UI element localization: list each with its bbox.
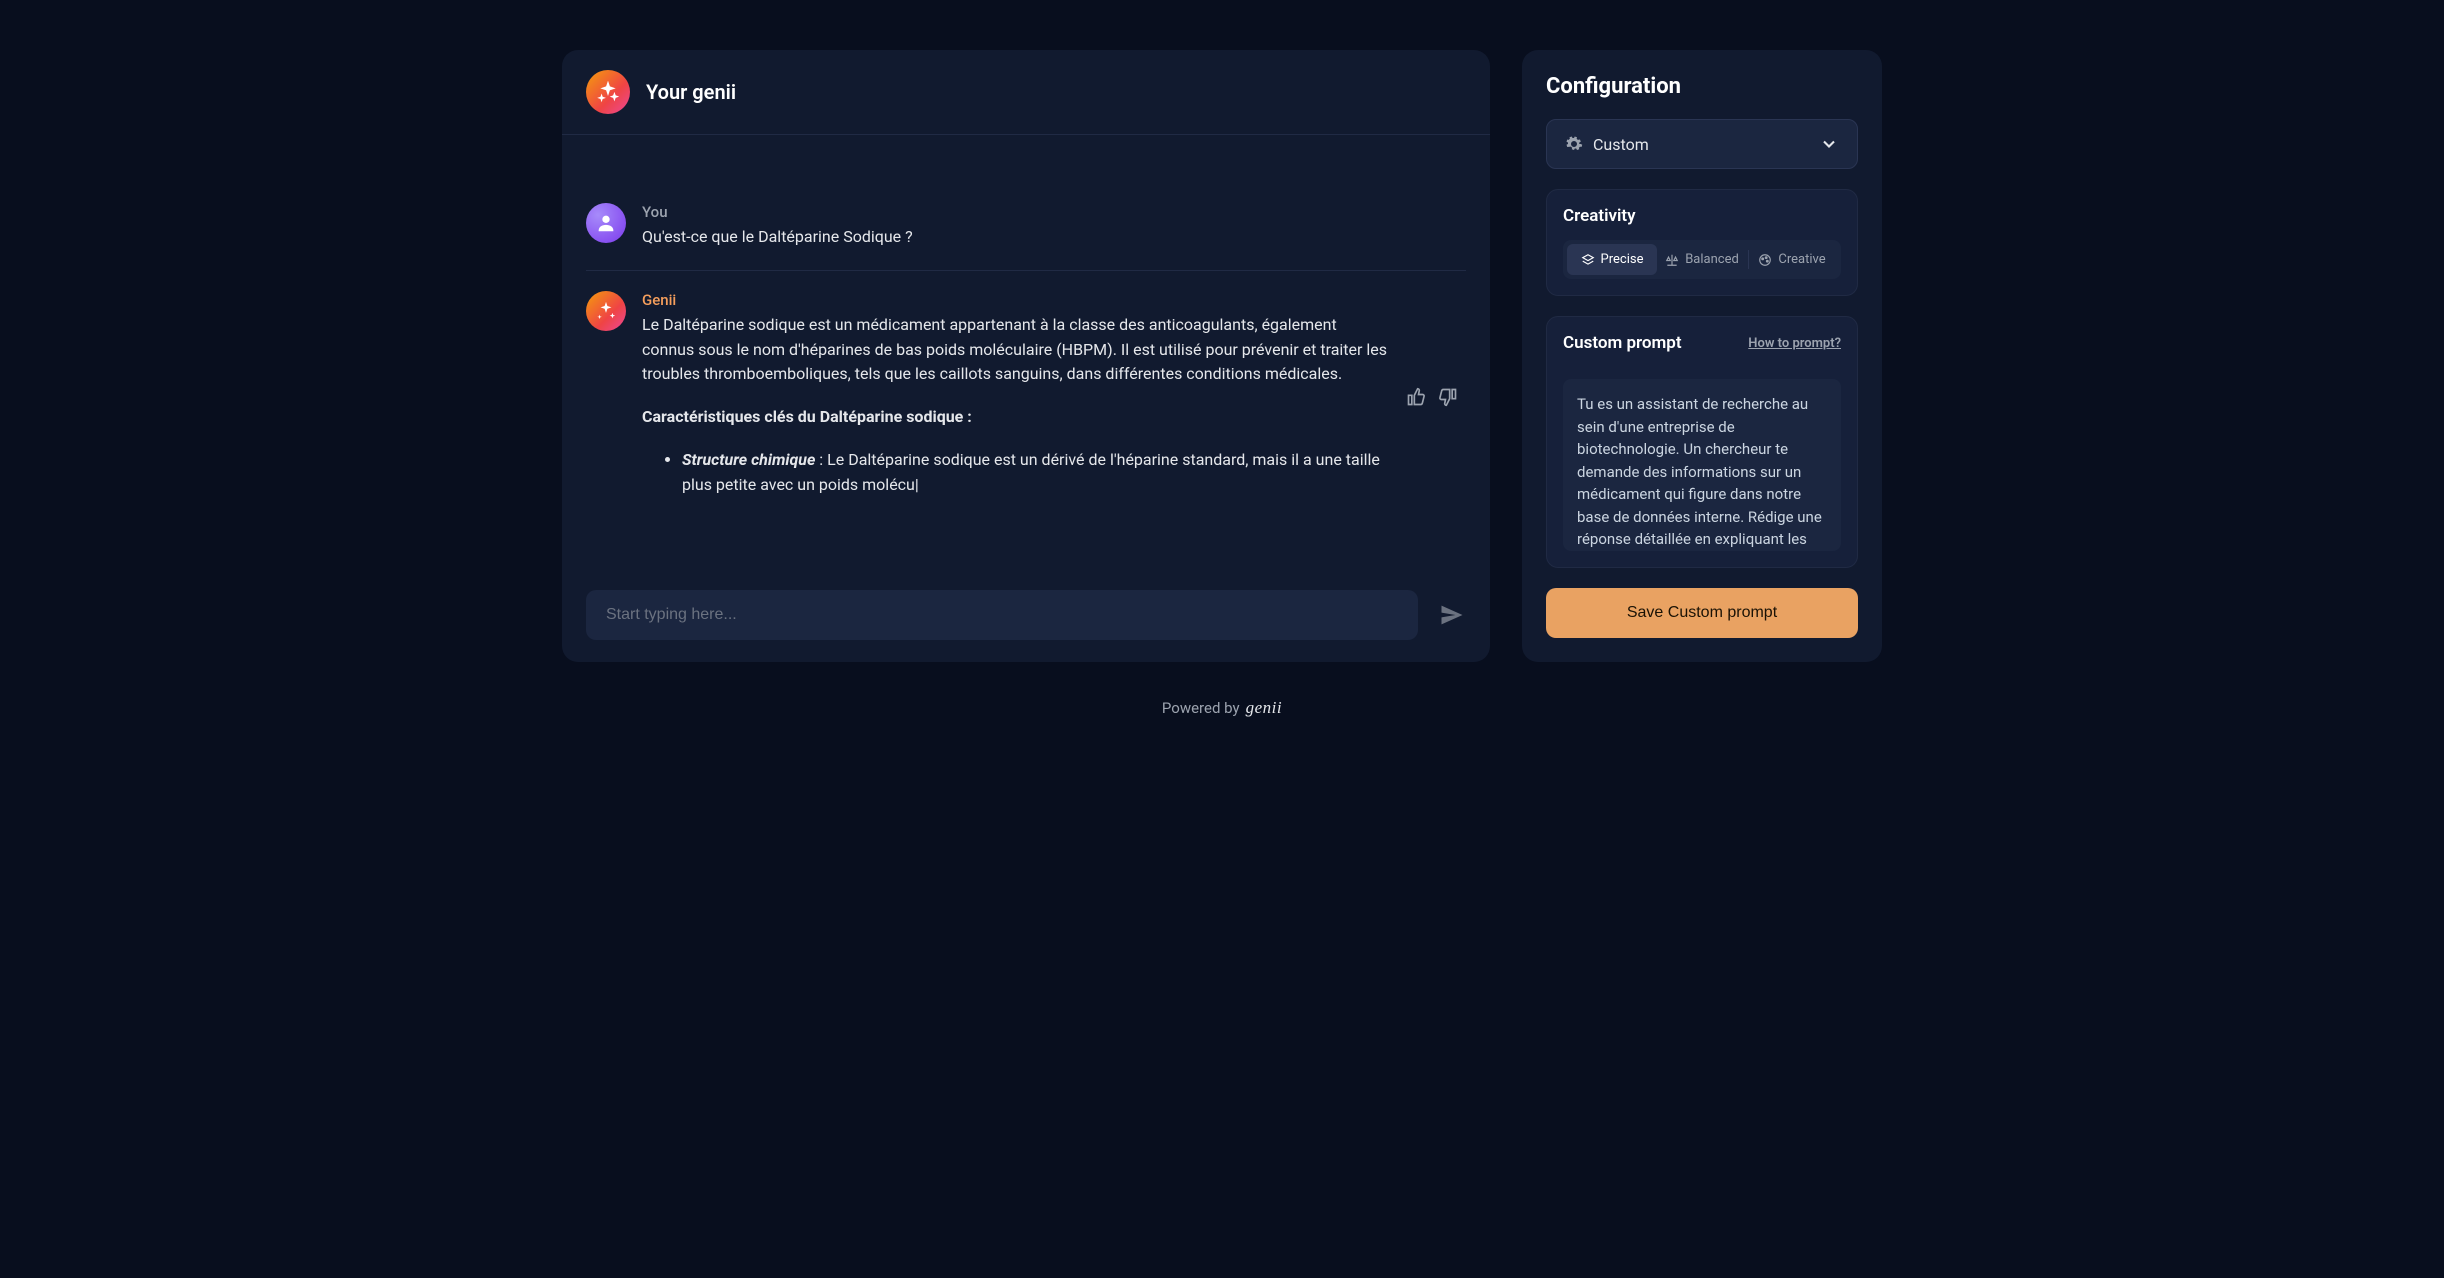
custom-prompt-card: Custom prompt How to prompt? Tu es un as… [1546,316,1858,568]
brand-name: genii [1246,698,1283,718]
sparkle-icon [595,300,617,322]
preset-value: Custom [1593,135,1649,154]
message-body: Genii Le Daltéparine sodique est un médi… [642,291,1390,504]
genii-avatar-small [586,291,626,331]
messages-list: You Qu'est-ce que le Daltéparine Sodique… [562,135,1490,568]
message-user: You Qu'est-ce que le Daltéparine Sodique… [586,175,1466,270]
message-body: You Qu'est-ce que le Daltéparine Sodique… [642,203,1466,250]
sparkle-icon [597,81,619,103]
user-avatar [586,203,626,243]
chat-header: Your genii [562,50,1490,135]
chat-title: Your genii [646,80,736,104]
target-icon [1581,253,1595,267]
user-message-text: Qu'est-ce que le Daltéparine Sodique ? [642,225,1466,250]
bullet-label: Structure chimique [682,450,815,469]
preset-select[interactable]: Custom [1546,119,1858,169]
author-label-assistant: Genii [642,291,1390,309]
scale-icon [1665,253,1679,267]
how-to-prompt-link[interactable]: How to prompt? [1748,336,1841,351]
creativity-segmented: Precise Balanced Creative [1563,240,1841,279]
custom-prompt-label: Custom prompt [1563,333,1682,353]
send-button[interactable] [1438,601,1466,629]
assistant-subheading: Caractéristiques clés du Daltéparine sod… [642,407,972,426]
creativity-card: Creativity Precise Balanced Creative [1546,189,1858,296]
author-label-user: You [642,203,1466,221]
custom-prompt-textarea[interactable]: Tu es un assistant de recherche au sein … [1563,379,1841,551]
powered-by-label: Powered by [1162,699,1240,717]
person-icon [595,212,617,234]
save-custom-prompt-button[interactable]: Save Custom prompt [1546,588,1858,638]
chat-panel: Your genii You Qu'est-ce que le Daltépar… [562,50,1490,662]
genii-avatar [586,70,630,114]
footer: Powered by genii [1162,698,1282,718]
creativity-option-creative[interactable]: Creative [1747,244,1837,275]
chevron-down-icon [1819,134,1839,154]
chat-input-row [562,568,1490,662]
message-assistant: Genii Le Daltéparine sodique est un médi… [586,270,1466,524]
app-root: Your genii You Qu'est-ce que le Daltépar… [562,50,1882,662]
send-icon [1438,601,1466,629]
creativity-creative-label: Creative [1778,252,1825,267]
chat-input[interactable] [586,590,1418,640]
assistant-message-text: Le Daltéparine sodique est un médicament… [642,313,1390,498]
thumbs-down-button[interactable] [1438,387,1458,407]
creativity-precise-label: Precise [1601,252,1644,267]
config-panel: Configuration Custom Creativity Precise [1522,50,1882,662]
creativity-option-precise[interactable]: Precise [1567,244,1657,275]
config-title: Configuration [1546,74,1858,99]
thumbs-up-button[interactable] [1406,387,1426,407]
message-actions [1406,387,1466,407]
creativity-title: Creativity [1563,206,1841,226]
assistant-bullet: Structure chimique : Le Daltéparine sodi… [682,448,1390,498]
thumbs-up-icon [1406,387,1426,407]
assistant-paragraph: Le Daltéparine sodique est un médicament… [642,313,1390,387]
palette-icon [1758,253,1772,267]
thumbs-down-icon [1438,387,1458,407]
custom-prompt-header: Custom prompt How to prompt? [1563,333,1841,353]
gear-icon [1565,135,1583,153]
creativity-balanced-label: Balanced [1685,252,1739,267]
creativity-option-balanced[interactable]: Balanced [1657,244,1747,275]
